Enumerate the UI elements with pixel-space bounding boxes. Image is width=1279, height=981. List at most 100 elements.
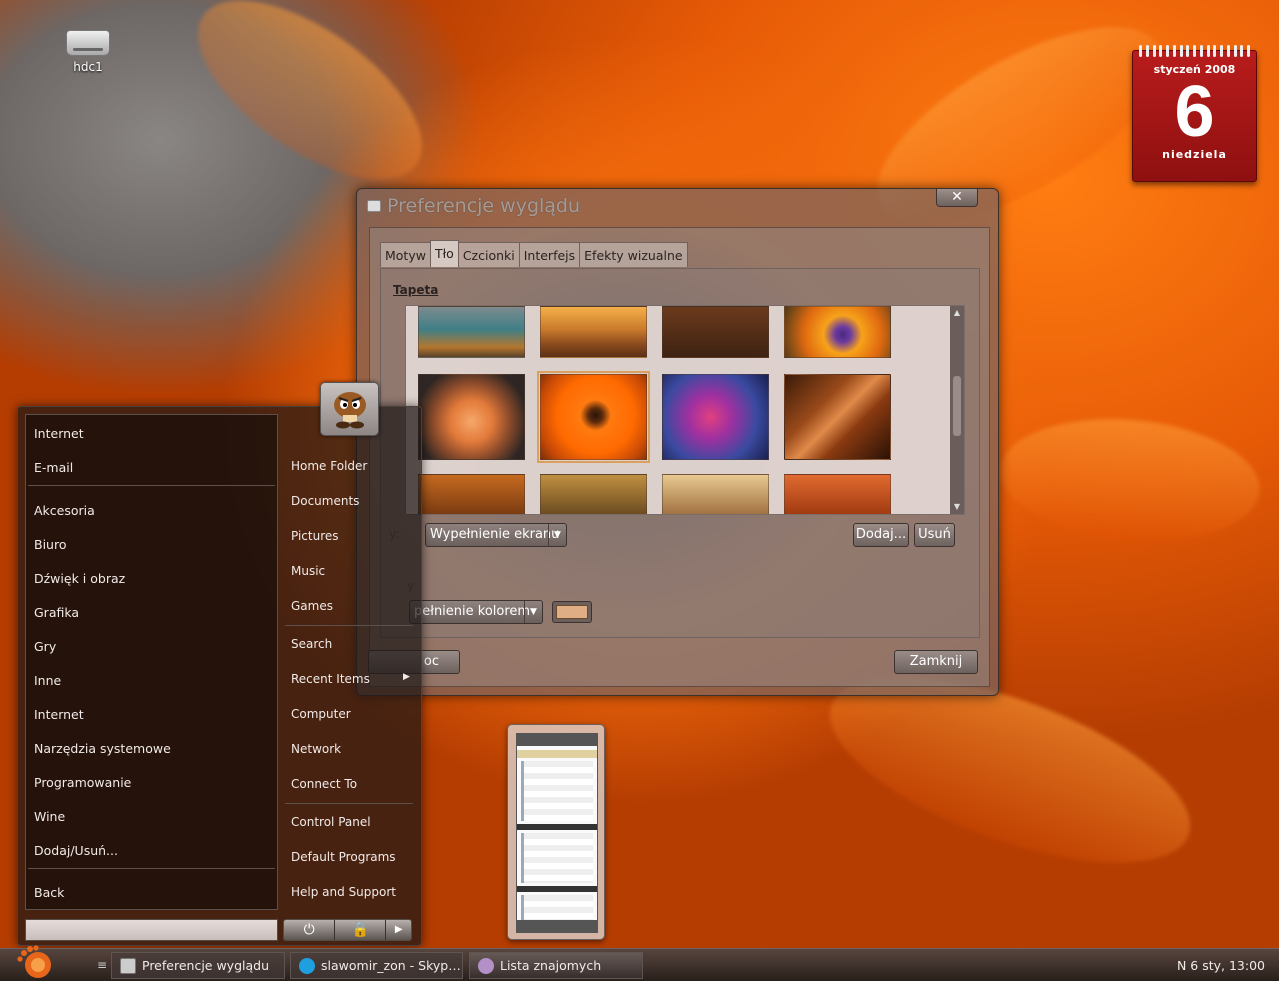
appearance-preferences-window: Preferencje wyglądu ✕ Motyw Tło Czcionki… <box>356 188 999 696</box>
menu-item-programowanie[interactable]: Programowanie <box>34 775 131 790</box>
start-menu: Internet E-mail Akcesoria Biuro Dźwięk i… <box>17 406 422 946</box>
wallpaper-thumbnail[interactable] <box>418 474 525 514</box>
window-titlebar[interactable]: Preferencje wyglądu <box>367 193 580 219</box>
start-search-input[interactable] <box>25 919 278 941</box>
place-default-programs[interactable]: Default Programs <box>291 850 396 864</box>
desktop-icon-hdc1[interactable]: hdc1 <box>58 30 118 74</box>
window-close-button[interactable]: ✕ <box>936 189 978 207</box>
task-appearance-preferences[interactable]: Preferencje wyglądu <box>111 952 285 979</box>
menu-item-inne[interactable]: Inne <box>34 673 61 688</box>
wallpaper-thumbnail[interactable] <box>540 306 647 358</box>
wallpaper-thumbnail[interactable] <box>540 474 647 514</box>
start-menu-button[interactable] <box>14 945 58 981</box>
fill-style-value: pełnienie kolorem <box>414 604 531 619</box>
wallpaper-gallery[interactable]: ▲ ▼ <box>405 305 965 515</box>
remove-wallpaper-button[interactable]: Usuń <box>914 523 955 547</box>
menu-item-email[interactable]: E-mail <box>34 460 73 475</box>
wallpaper-thumbnail[interactable] <box>784 374 891 460</box>
skype-icon <box>299 958 315 974</box>
place-home-folder[interactable]: Home Folder <box>291 459 367 473</box>
place-network[interactable]: Network <box>291 742 341 756</box>
menu-separator <box>285 803 413 804</box>
tab-tlo[interactable]: Tło <box>429 240 459 267</box>
place-music[interactable]: Music <box>291 564 325 578</box>
add-wallpaper-button[interactable]: Dodaj... <box>853 523 909 547</box>
session-controls: ⏻ 🔒 ▶ <box>283 919 412 941</box>
menu-item-narzedzia-systemowe[interactable]: Narzędzia systemowe <box>34 741 171 756</box>
wallpaper-thumbnail[interactable] <box>662 306 769 358</box>
tab-efekty-wizualne[interactable]: Efekty wizualne <box>579 242 688 267</box>
menu-item-biuro[interactable]: Biuro <box>34 537 66 552</box>
wallpaper-thumbnail[interactable] <box>662 374 769 460</box>
place-search[interactable]: Search <box>291 637 332 651</box>
power-icon[interactable]: ⏻ <box>284 920 336 940</box>
menu-item-dodaj-usun[interactable]: Dodaj/Usuń... <box>34 843 118 858</box>
background-tab-page: Tapeta ▲ ▼ Wypełnienie ekranu ▼ Dodaj...… <box>380 268 980 638</box>
place-games[interactable]: Games <box>291 599 333 613</box>
lock-icon[interactable]: 🔒 <box>335 920 387 940</box>
menu-item-akcesoria[interactable]: Akcesoria <box>34 503 95 518</box>
wallpaper-style-select[interactable]: Wypełnienie ekranu ▼ <box>425 523 567 547</box>
scrollbar-thumb[interactable] <box>953 376 961 436</box>
goomba-avatar-icon <box>334 392 366 429</box>
dialog-content: Motyw Tło Czcionki Interfejs Efekty wizu… <box>368 227 990 687</box>
place-recent-items[interactable]: Recent Items <box>291 672 370 686</box>
wallpaper-thumbnail[interactable] <box>784 474 891 514</box>
place-pictures[interactable]: Pictures <box>291 529 339 543</box>
chevron-down-icon: ▼ <box>548 524 566 546</box>
menu-item-internet[interactable]: Internet <box>34 707 84 722</box>
preview-screen <box>516 733 598 933</box>
close-dialog-button[interactable]: Zamknij <box>894 650 978 674</box>
submenu-arrow-icon: ▶ <box>403 672 410 682</box>
gallery-scrollbar[interactable]: ▲ ▼ <box>950 306 964 514</box>
color-picker-button[interactable] <box>552 601 592 623</box>
arrow-right-icon[interactable]: ▶ <box>386 920 411 940</box>
place-computer[interactable]: Computer <box>291 707 351 721</box>
wallpaper-petal <box>169 0 451 214</box>
user-avatar[interactable] <box>320 382 379 436</box>
wallpaper-style-value: Wypełnienie ekranu <box>430 527 560 542</box>
tab-bar: Motyw Tło Czcionki Interfejs Efekty wizu… <box>380 240 688 267</box>
tab-czcionki[interactable]: Czcionki <box>457 242 520 267</box>
scroll-down-arrow-icon[interactable]: ▼ <box>950 500 964 514</box>
place-control-panel[interactable]: Control Panel <box>291 815 371 829</box>
place-documents[interactable]: Documents <box>291 494 359 508</box>
tab-interfejs[interactable]: Interfejs <box>518 242 581 267</box>
menu-item-gry[interactable]: Gry <box>34 639 56 654</box>
wallpaper-thumbnail[interactable] <box>418 306 525 358</box>
task-contacts-list[interactable]: Lista znajomych <box>469 952 643 979</box>
wallpaper-thumbnail[interactable] <box>784 306 891 358</box>
place-help-and-support[interactable]: Help and Support <box>291 885 396 899</box>
calendar-day: 6 <box>1174 72 1215 152</box>
window-preview-thumbnail[interactable] <box>507 724 605 940</box>
window-title: Preferencje wyglądu <box>387 195 581 217</box>
taskbar: ≡ Preferencje wyglądu slawomir_zon - Sky… <box>0 945 1279 981</box>
menu-item-wine[interactable]: Wine <box>34 809 65 824</box>
tab-motyw[interactable]: Motyw <box>380 242 431 267</box>
wallpaper-petal <box>995 408 1265 552</box>
calendar-widget[interactable]: styczeń 2008 6 niedziela <box>1132 45 1257 182</box>
applications-panel: Internet E-mail Akcesoria Biuro Dźwięk i… <box>25 414 278 910</box>
tray-clock[interactable]: N 6 sty, 13:00 <box>1177 958 1265 973</box>
place-connect-to[interactable]: Connect To <box>291 777 357 791</box>
menu-item-grafika[interactable]: Grafika <box>34 605 79 620</box>
menu-item-dzwiek-i-obraz[interactable]: Dźwięk i obraz <box>34 571 125 586</box>
task-skype[interactable]: slawomir_zon - Skyp… <box>290 952 463 979</box>
fill-style-select[interactable]: pełnienie kolorem ▼ <box>409 600 543 624</box>
wallpaper-thumbnail[interactable] <box>418 374 525 460</box>
chevron-down-icon: ▼ <box>524 601 542 623</box>
scroll-up-arrow-icon[interactable]: ▲ <box>950 306 964 320</box>
wallpaper-section-title: Tapeta <box>393 283 439 297</box>
appearance-icon <box>120 958 136 974</box>
task-label: Preferencje wyglądu <box>142 958 269 973</box>
menu-back-button[interactable]: Back <box>34 885 64 900</box>
task-label: slawomir_zon - Skyp… <box>321 958 461 973</box>
contacts-icon <box>478 958 494 974</box>
wallpaper-thumbnail[interactable] <box>662 474 769 514</box>
calendar-weekday: niedziela <box>1162 148 1227 161</box>
task-label: Lista znajomych <box>500 958 602 973</box>
desktop-icon-label: hdc1 <box>73 60 103 74</box>
taskbar-handle[interactable]: ≡ <box>97 958 107 972</box>
wallpaper-thumbnail-selected[interactable] <box>537 371 650 463</box>
menu-item-internet-favorite[interactable]: Internet <box>34 426 84 441</box>
